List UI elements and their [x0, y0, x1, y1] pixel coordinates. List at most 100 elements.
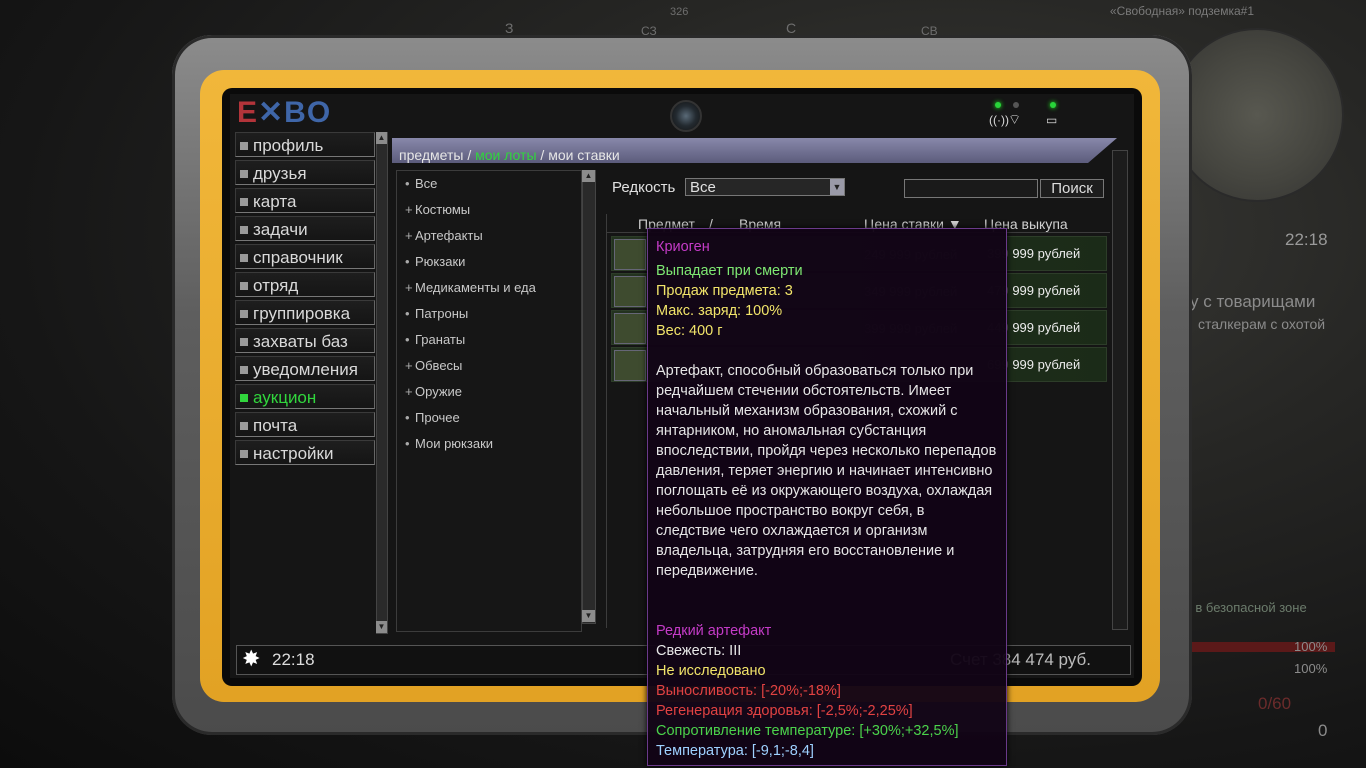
- tooltip-charge: Макс. заряд: 100%: [656, 303, 783, 319]
- search-button[interactable]: Поиск: [1040, 179, 1104, 198]
- category-item[interactable]: • Все: [397, 171, 581, 197]
- category-item[interactable]: + Медикаменты и еда: [397, 275, 581, 301]
- tooltip-sales: Продаж предмета: 3: [656, 283, 793, 299]
- status-led-off-icon: [1013, 102, 1019, 108]
- tooltip-stat: Регенерация здоровья: [-2,5%;-2,25%]: [656, 703, 913, 719]
- category-label: Патроны: [415, 306, 469, 321]
- category-item[interactable]: • Гранаты: [397, 327, 581, 353]
- scroll-down-icon[interactable]: ▼: [582, 610, 595, 622]
- bullet-icon: [240, 142, 248, 150]
- sidebar-item[interactable]: настройки: [235, 440, 375, 465]
- category-item[interactable]: + Артефакты: [397, 223, 581, 249]
- bullet-icon: [240, 170, 248, 178]
- item-tooltip: Криоген Выпадает при смерти Продаж предм…: [647, 228, 1007, 766]
- tooltip-stat: Температура: [-9,1;-8,4]: [656, 743, 814, 759]
- hud-clock: 22:18: [1285, 230, 1328, 249]
- table-scrollbar[interactable]: [1112, 150, 1128, 630]
- category-marker: +: [405, 384, 413, 399]
- sidebar-item-label: задачи: [253, 220, 308, 239]
- battery-icon: ▭: [1046, 113, 1058, 127]
- category-marker: •: [405, 254, 410, 269]
- category-label: Все: [415, 176, 438, 191]
- sidebar-item-label: настройки: [253, 444, 334, 463]
- tab-my-bids[interactable]: мои ставки: [548, 147, 620, 163]
- rarity-label: Редкость: [612, 179, 676, 196]
- category-label: Артефакты: [415, 228, 483, 243]
- category-label: Мои рюкзаки: [415, 436, 494, 451]
- category-item[interactable]: • Рюкзаки: [397, 249, 581, 275]
- sidebar-item[interactable]: справочник: [235, 244, 375, 269]
- tooltip-stat: Сопротивление температуре: [+30%;+32,5%]: [656, 723, 959, 739]
- tooltip-stat: Выносливость: [-20%;-18%]: [656, 683, 841, 699]
- scroll-up-icon[interactable]: ▲: [376, 132, 387, 144]
- category-item[interactable]: + Костюмы: [397, 197, 581, 223]
- category-marker: •: [405, 436, 410, 451]
- tablet-clock: 22:18: [272, 650, 315, 669]
- sidebar-scrollbar[interactable]: [376, 132, 388, 634]
- sidebar-item[interactable]: профиль: [235, 132, 375, 157]
- sidebar-item[interactable]: группировка: [235, 300, 375, 325]
- chevron-down-icon: ▼: [830, 179, 844, 195]
- sidebar-item-label: захваты баз: [253, 332, 348, 351]
- category-label: Медикаменты и еда: [415, 280, 536, 295]
- lot-buyout-value: 999 рублей: [1012, 320, 1081, 335]
- sidebar-item[interactable]: аукцион: [235, 384, 375, 409]
- category-marker: •: [405, 332, 410, 347]
- minimap[interactable]: [1170, 28, 1344, 202]
- tooltip-weight: Вес: 400 г: [656, 323, 723, 339]
- sidebar-item-label: уведомления: [253, 360, 358, 379]
- sidebar-item[interactable]: захваты баз: [235, 328, 375, 353]
- category-marker: +: [405, 358, 413, 373]
- sidebar-item[interactable]: почта: [235, 412, 375, 437]
- category-marker: +: [405, 202, 413, 217]
- category-item[interactable]: • Патроны: [397, 301, 581, 327]
- sidebar-item[interactable]: отряд: [235, 272, 375, 297]
- stamina-percent: 100%: [1294, 661, 1328, 676]
- sidebar-nav: профиль друзья карта задачи справочник отряд г…: [235, 132, 375, 468]
- compass-heading: 326: [670, 6, 689, 18]
- logo-x: ✕: [258, 96, 285, 129]
- category-marker: •: [405, 306, 410, 321]
- sidebar-item[interactable]: друзья: [235, 160, 375, 185]
- sidebar-item[interactable]: уведомления: [235, 356, 375, 381]
- category-label: Обвесы: [415, 358, 463, 373]
- grenade-counter: 0: [1318, 721, 1328, 740]
- bullet-icon: [240, 422, 248, 430]
- artifact-icon: [614, 276, 646, 307]
- tab-items[interactable]: предметы: [399, 147, 463, 163]
- wifi-icon: ⌔: [1008, 111, 1022, 127]
- rarity-select-value: Все: [690, 179, 716, 196]
- bullet-icon: [240, 394, 248, 402]
- category-item[interactable]: • Прочее: [397, 405, 581, 431]
- category-item[interactable]: + Обвесы: [397, 353, 581, 379]
- tooltip-item-name: Криоген: [656, 239, 710, 255]
- sidebar-item[interactable]: карта: [235, 188, 375, 213]
- rarity-select[interactable]: Все ▼: [685, 178, 845, 196]
- category-item[interactable]: + Оружие: [397, 379, 581, 405]
- category-scrollbar[interactable]: [582, 170, 596, 624]
- lot-buyout-value: 999 рублей: [1012, 246, 1081, 261]
- category-marker: •: [405, 410, 410, 425]
- compass-north: С: [786, 20, 797, 36]
- artifact-icon: [614, 313, 646, 344]
- category-marker: •: [405, 176, 410, 191]
- sidebar-item-label: друзья: [253, 164, 307, 183]
- chat-line-2: сталкерам с охотой: [1198, 316, 1326, 332]
- sidebar-item-label: карта: [253, 192, 297, 211]
- scroll-down-icon[interactable]: ▼: [376, 621, 387, 633]
- bullet-icon: [240, 282, 248, 290]
- tab-separator: /: [540, 147, 545, 163]
- exbo-logo: E✕BO: [237, 95, 331, 130]
- sun-icon: ✸: [242, 646, 261, 671]
- logo-right: BO: [284, 96, 332, 129]
- scroll-up-icon[interactable]: ▲: [582, 170, 595, 182]
- tab-my-lots[interactable]: мои лоты: [475, 147, 536, 163]
- category-label: Гранаты: [415, 332, 466, 347]
- bullet-icon: [240, 198, 248, 206]
- tooltip-rarity: Редкий артефакт: [656, 623, 772, 639]
- search-input[interactable]: [904, 179, 1038, 198]
- tooltip-research: Не исследовано: [656, 663, 766, 679]
- ammo-counter: 0/60: [1258, 694, 1292, 713]
- sidebar-item[interactable]: задачи: [235, 216, 375, 241]
- category-item[interactable]: • Мои рюкзаки: [397, 431, 581, 457]
